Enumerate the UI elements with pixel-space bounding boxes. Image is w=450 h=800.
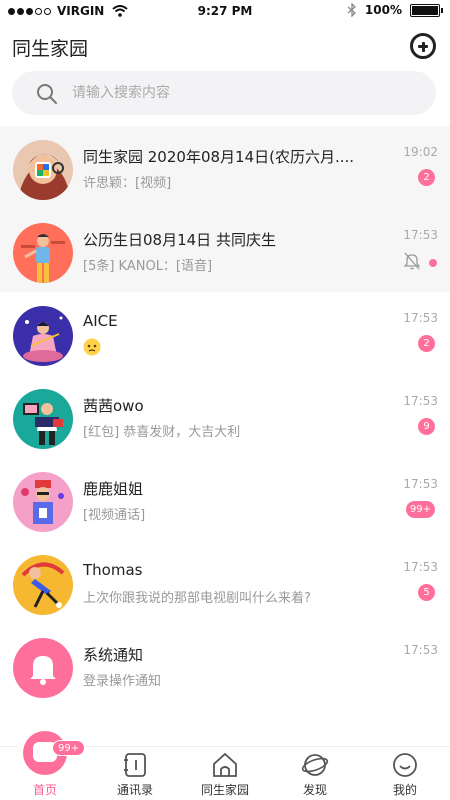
conversation-time: 17:53: [403, 394, 438, 408]
tab-home[interactable]: 99+ 首页: [0, 731, 90, 800]
conversation-time: 17:53: [403, 311, 438, 325]
conversation-item[interactable]: 公历生日08月14日 共同庆生 [5条] KANOL：[语音] 17:53: [0, 209, 450, 292]
conversation-item[interactable]: 鹿鹿姐姐 [视频通话] 17:53 99+: [0, 458, 450, 541]
unread-badge: 99+: [405, 501, 435, 518]
unread-badge: 5: [418, 584, 435, 601]
conversation-name: 鹿鹿姐姐: [83, 480, 144, 498]
conversation-item[interactable]: Thomas 上次你跟我说的那部电视剧叫什么来着? 17:53 5: [0, 541, 450, 624]
conversation-item[interactable]: 系统通知 登录操作通知 17:53: [0, 624, 450, 707]
status-bar: VIRGIN 9:27 PM 100%: [0, 0, 450, 24]
search-icon: [37, 84, 57, 104]
search-bar[interactable]: [12, 71, 436, 115]
unread-dot: [429, 259, 437, 267]
tab-label: 首页: [32, 783, 57, 797]
avatar: [13, 638, 73, 698]
mute-bell-icon: [404, 252, 420, 270]
conversation-preview: 许思颖：[视频]: [83, 176, 172, 191]
conversation-preview: [视频通话]: [83, 508, 146, 523]
battery-fill: [412, 5, 438, 15]
avatar: [13, 140, 73, 200]
conversation-preview: [5条] KANOL：[语音]: [83, 259, 213, 274]
avatar: [13, 555, 73, 615]
conversation-time: 17:53: [403, 560, 438, 574]
avatar: [13, 306, 73, 366]
conversation-preview: 上次你跟我说的那部电视剧叫什么来着?: [83, 591, 311, 606]
tab-label: 通讯录: [116, 783, 153, 797]
tab-community[interactable]: 同生家园: [180, 747, 270, 800]
tab-bar: 99+ 首页 通讯录 同生家园 发现 我的: [0, 731, 450, 800]
search-input[interactable]: [72, 71, 422, 115]
confused-face-emoji: [83, 338, 101, 356]
conversation-name: AICE: [83, 312, 118, 330]
conversation-name: Thomas: [83, 561, 143, 579]
conversation-preview: [红包] 恭喜发财，大吉大利: [83, 425, 241, 440]
conversation-preview: 登录操作通知: [83, 674, 162, 689]
tab-profile[interactable]: 我的: [360, 747, 450, 800]
conversation-time: 17:53: [403, 228, 438, 242]
plus-circle-icon[interactable]: [410, 33, 436, 59]
conversation-time: 17:53: [403, 477, 438, 491]
conversation-name: 同生家园 2020年08月14日(农历六月....: [83, 148, 355, 166]
status-right: 100%: [347, 3, 443, 17]
conversation-time: 17:53: [403, 643, 438, 657]
avatar: [13, 223, 73, 283]
smile-face-icon: [393, 753, 417, 777]
page-title: 同生家园: [12, 38, 89, 60]
house-icon: [213, 752, 237, 777]
tab-label: 我的: [392, 783, 417, 797]
conversation-time: 19:02: [403, 145, 438, 159]
tab-discover[interactable]: 发现: [270, 747, 360, 800]
bluetooth-icon: [347, 3, 356, 17]
contacts-icon: [124, 753, 146, 777]
conversation-name: 公历生日08月14日 共同庆生: [83, 231, 276, 249]
battery-icon: [410, 3, 443, 17]
header: 同生家园: [0, 28, 450, 68]
planet-icon: [301, 754, 329, 776]
conversation-item[interactable]: 茜茜owo [红包] 恭喜发财，大吉大利 17:53 9: [0, 375, 450, 458]
tab-home-badge: 99+: [52, 740, 86, 756]
conversation-list: 同生家园 2020年08月14日(农历六月.... 许思颖：[视频] 19:02…: [0, 126, 450, 707]
battery-percent: 100%: [364, 3, 402, 17]
unread-badge: 9: [418, 418, 435, 435]
avatar: [13, 389, 73, 449]
conversation-item[interactable]: 同生家园 2020年08月14日(农历六月.... 许思颖：[视频] 19:02…: [0, 126, 450, 209]
conversation-item[interactable]: AICE 17:53 2: [0, 292, 450, 375]
unread-badge: 2: [418, 335, 435, 352]
tab-label: 同生家园: [200, 783, 249, 797]
conversation-name: 茜茜owo: [83, 397, 144, 415]
tab-label: 发现: [302, 783, 327, 797]
unread-badge: 2: [418, 169, 435, 186]
tab-contacts[interactable]: 通讯录: [90, 747, 180, 800]
avatar: [13, 472, 73, 532]
conversation-name: 系统通知: [83, 646, 144, 664]
